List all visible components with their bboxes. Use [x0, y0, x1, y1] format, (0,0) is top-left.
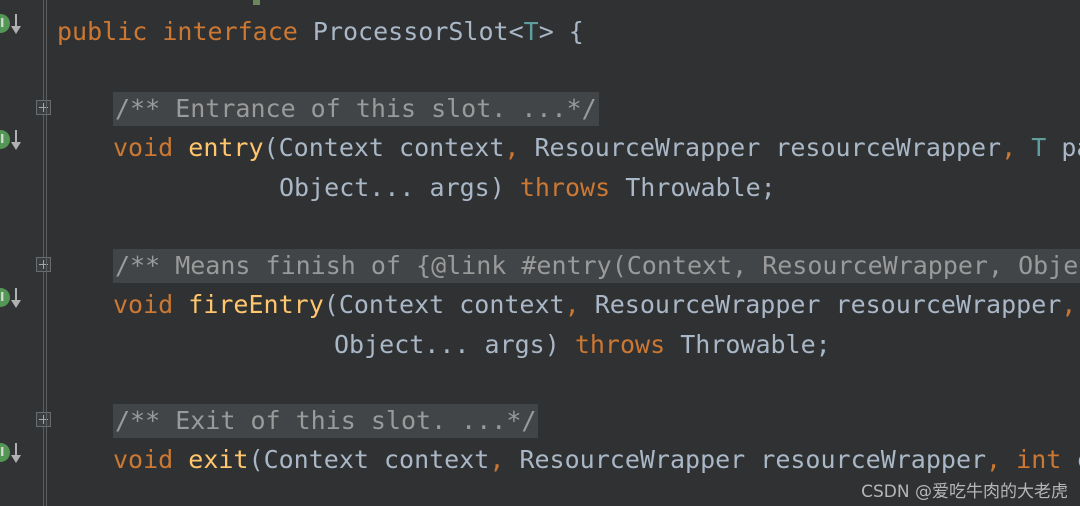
code-line[interactable]: void exit(Context context, ResourceWrapp…: [113, 440, 1080, 480]
marker-letter: I: [0, 132, 5, 146]
code-token: Context context: [263, 445, 490, 474]
code-token: pa: [1061, 133, 1080, 162]
code-token: ): [489, 173, 520, 202]
folded-javadoc-comment[interactable]: /** Means finish of {@link #entry(Contex…: [113, 249, 1080, 283]
code-token: ResourceWrapper resourceWrapper: [579, 290, 1062, 319]
code-token: public: [57, 17, 148, 46]
code-token: ,: [504, 133, 520, 162]
gutter-separator-line: [46, 0, 47, 506]
code-token: throws: [519, 173, 611, 202]
folded-javadoc-comment[interactable]: /** Entrance of this slot. ...*/: [113, 92, 599, 126]
marker-letter: I: [0, 16, 5, 30]
code-token: Context context: [338, 290, 565, 319]
down-arrow-icon: [10, 288, 22, 309]
scrolled-line-remnant: [253, 0, 260, 5]
editor-gutter[interactable]: I I I I: [0, 0, 51, 506]
code-token: throws: [574, 330, 666, 359]
code-token: ResourceWrapper resourceWrapper: [519, 133, 1002, 162]
fold-expand-icon[interactable]: [36, 412, 51, 427]
marker-letter: I: [0, 290, 5, 304]
code-token: void: [113, 290, 174, 319]
code-token: (: [323, 290, 339, 319]
code-token: void: [113, 445, 174, 474]
code-token: Object... args: [279, 173, 490, 202]
fold-expand-icon[interactable]: [36, 257, 51, 272]
code-token: Object... args: [334, 330, 545, 359]
marker-letter: I: [0, 445, 5, 459]
code-line[interactable]: void entry(Context context, ResourceWrap…: [113, 128, 1080, 168]
code-token: Throwable: [665, 330, 816, 359]
down-arrow-icon: [10, 130, 22, 151]
code-token: Throwable: [610, 173, 761, 202]
code-token: (: [263, 133, 279, 162]
code-token: T: [1031, 133, 1047, 162]
code-token: entry: [188, 133, 264, 162]
folded-javadoc-comment[interactable]: /** Exit of this slot. ...*/: [113, 404, 539, 438]
code-line[interactable]: Object... args) throws Throwable;: [334, 325, 831, 365]
implemented-method-marker-icon[interactable]: I: [0, 443, 21, 465]
code-token: ): [544, 330, 575, 359]
csdn-watermark: CSDN @爱吃牛肉的大老虎: [861, 482, 1068, 502]
down-arrow-icon: [10, 443, 22, 464]
code-token: ,: [489, 445, 505, 474]
code-line[interactable]: void fireEntry(Context context, Resource…: [113, 285, 1076, 325]
code-token: T: [523, 17, 539, 46]
fold-expand-icon[interactable]: [36, 100, 51, 115]
code-line[interactable]: public interface ProcessorSlot<T> {: [57, 12, 584, 52]
down-arrow-icon: [10, 14, 22, 35]
code-line[interactable]: Object... args) throws Throwable;: [279, 168, 776, 208]
code-token: fireEntry: [188, 290, 324, 319]
code-token: <: [508, 17, 524, 46]
code-editor[interactable]: public interface ProcessorSlot<T> {/** E…: [0, 0, 1080, 506]
implemented-method-marker-icon[interactable]: I: [0, 288, 21, 310]
fold-region-guide-line: [43, 0, 44, 506]
code-text-area[interactable]: public interface ProcessorSlot<T> {/** E…: [47, 0, 1080, 506]
code-token: ,: [564, 290, 580, 319]
implemented-method-marker-icon[interactable]: I: [0, 14, 21, 36]
code-token: ,: [1061, 290, 1077, 319]
code-token: > {: [538, 17, 584, 46]
code-token: ResourceWrapper resourceWrapper: [504, 445, 987, 474]
code-token: (: [248, 445, 264, 474]
code-token: ProcessorSlot: [312, 17, 509, 46]
code-token: interface: [162, 17, 298, 46]
code-token: exit: [188, 445, 249, 474]
code-token: ;: [760, 173, 776, 202]
code-token: c: [1061, 445, 1080, 474]
code-token: ;: [815, 330, 831, 359]
code-token: ,: [1001, 133, 1017, 162]
code-token: void: [113, 133, 174, 162]
code-token: Context context: [278, 133, 505, 162]
code-token: ,: [986, 445, 1002, 474]
code-token: int: [1016, 445, 1062, 474]
implemented-method-marker-icon[interactable]: I: [0, 130, 21, 152]
